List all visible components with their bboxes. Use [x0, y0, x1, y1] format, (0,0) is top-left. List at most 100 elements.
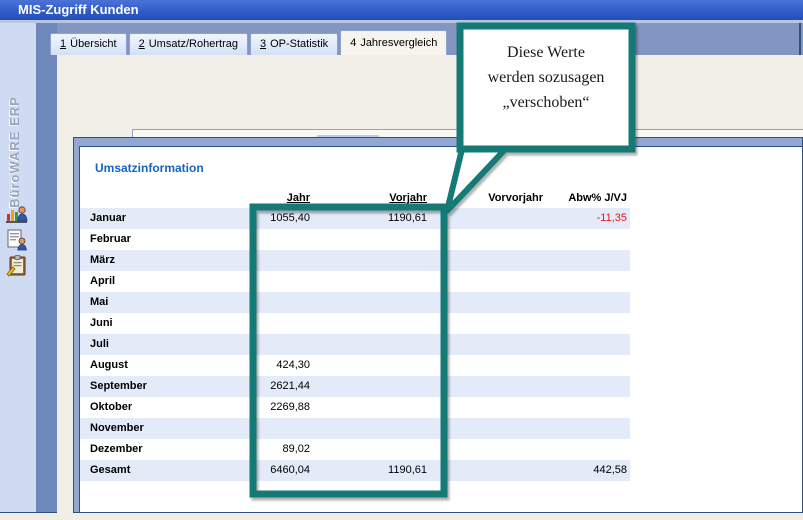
table-row[interactable]: September 2621,44 — [80, 376, 630, 397]
cell-month: November — [80, 418, 220, 439]
cell-vorjahr — [313, 439, 430, 460]
table-row[interactable]: Juli — [80, 334, 630, 355]
cell-vorjahr — [313, 376, 430, 397]
tab-jahresvergleich[interactable]: 4Jahresvergleich — [340, 30, 447, 55]
cell-jahr — [220, 229, 313, 250]
bar-chart-person-icon — [5, 202, 29, 226]
cell-month: Februar — [80, 229, 220, 250]
table-row[interactable]: Februar — [80, 229, 630, 250]
tab-umsatz-rohertrag[interactable]: 2 Umsatz/Rohertrag — [129, 33, 248, 55]
cell-vorjahr — [313, 250, 430, 271]
cell-abw — [546, 292, 630, 313]
cell-month: April — [80, 271, 220, 292]
cell-month: Gesamt — [80, 460, 220, 481]
cell-jahr: 89,02 — [220, 439, 313, 460]
cell-jahr: 2621,44 — [220, 376, 313, 397]
cell-month: Mai — [80, 292, 220, 313]
col-abw-header: Abw% J/VJ — [546, 188, 630, 208]
cell-abw — [546, 313, 630, 334]
cell-abw — [546, 418, 630, 439]
cell-jahr — [220, 313, 313, 334]
cell-vorjahr — [313, 271, 430, 292]
tab-bar: 1Übersicht 2 Umsatz/Rohertrag 3 OP-Statist… — [50, 30, 449, 55]
cell-vorvorjahr — [430, 292, 546, 313]
cell-abw — [546, 334, 630, 355]
cell-vorjahr: 1190,61 — [313, 208, 430, 229]
clipboard-icon[interactable] — [5, 254, 29, 278]
cell-abw: 442,58 — [546, 460, 630, 481]
table-row[interactable]: März — [80, 250, 630, 271]
cell-vorvorjahr — [430, 208, 546, 229]
cell-vorjahr: 1190,61 — [313, 460, 430, 481]
jahresvergleich-panel: Umsatzinformation Jahr Vorjahr Vorvorjah… — [73, 137, 803, 513]
cell-vorjahr — [313, 292, 430, 313]
cell-vorjahr — [313, 229, 430, 250]
table-row[interactable]: April — [80, 271, 630, 292]
tab-label: Umsatz/Rohertrag — [149, 38, 238, 50]
table-row[interactable]: Oktober 2269,88 — [80, 397, 630, 418]
cell-abw — [546, 229, 630, 250]
cell-jahr — [220, 292, 313, 313]
panel-inner: Umsatzinformation Jahr Vorjahr Vorvorjah… — [79, 146, 802, 512]
table-body: Januar 1055,40 1190,61 -11,35 Februar Mä… — [80, 208, 630, 481]
cell-month: September — [80, 376, 220, 397]
section-title: Umsatzinformation — [95, 161, 204, 175]
cell-vorjahr — [313, 355, 430, 376]
cell-month: Dezember — [80, 439, 220, 460]
sidebar-strip — [36, 23, 57, 512]
cell-abw — [546, 250, 630, 271]
cell-month: Juni — [80, 313, 220, 334]
table-row[interactable]: Gesamt 6460,04 1190,61 442,58 — [80, 460, 630, 481]
cell-vorvorjahr — [430, 460, 546, 481]
col-jahr-header: Jahr — [220, 188, 313, 208]
tab-hotkey: 1 — [60, 38, 66, 50]
cell-vorjahr — [313, 418, 430, 439]
document-person-icon — [5, 228, 29, 252]
cell-vorvorjahr — [430, 397, 546, 418]
cell-month: März — [80, 250, 220, 271]
cell-abw — [546, 397, 630, 418]
cell-vorjahr — [313, 397, 430, 418]
cell-vorjahr — [313, 334, 430, 355]
cell-month: Oktober — [80, 397, 220, 418]
cell-vorvorjahr — [430, 355, 546, 376]
cell-abw — [546, 271, 630, 292]
table-row[interactable]: August 424,30 — [80, 355, 630, 376]
customer-statistics-icon[interactable] — [5, 202, 29, 226]
table-row[interactable]: Mai — [80, 292, 630, 313]
sidebar-bottom-line — [0, 512, 57, 513]
window-title: MIS-Zugriff Kunden — [0, 0, 803, 20]
cell-jahr: 1055,40 — [220, 208, 313, 229]
cell-vorvorjahr — [430, 418, 546, 439]
table-row[interactable]: Juni — [80, 313, 630, 334]
cell-vorvorjahr — [430, 229, 546, 250]
cell-jahr: 424,30 — [220, 355, 313, 376]
col-vorjahr-header: Vorjahr — [313, 188, 430, 208]
tab-label: OP-Statistik — [270, 38, 328, 50]
cell-abw — [546, 355, 630, 376]
cell-abw — [546, 439, 630, 460]
brand-vertical-label: BüroWARE ERP — [7, 48, 22, 208]
cell-jahr — [220, 418, 313, 439]
tab-uebersicht[interactable]: 1Übersicht — [50, 33, 127, 55]
cell-jahr: 6460,04 — [220, 460, 313, 481]
cell-month: August — [80, 355, 220, 376]
tab-hotkey: 2 — [139, 38, 145, 50]
cell-jahr — [220, 334, 313, 355]
col-month-header — [80, 188, 220, 208]
tab-hotkey: 4 — [350, 37, 356, 49]
cell-jahr — [220, 250, 313, 271]
cell-abw: -11,35 — [546, 208, 630, 229]
cell-month: Januar — [80, 208, 220, 229]
tab-hotkey: 3 — [260, 38, 266, 50]
customer-report-icon[interactable] — [5, 228, 29, 252]
table-row[interactable]: Dezember 89,02 — [80, 439, 630, 460]
cell-vorvorjahr — [430, 439, 546, 460]
clipboard-note-icon — [5, 254, 29, 278]
cell-vorvorjahr — [430, 250, 546, 271]
cell-vorvorjahr — [430, 376, 546, 397]
cell-abw — [546, 376, 630, 397]
table-row[interactable]: Januar 1055,40 1190,61 -11,35 — [80, 208, 630, 229]
table-row[interactable]: November — [80, 418, 630, 439]
tab-op-statistik[interactable]: 3 OP-Statistik — [250, 33, 338, 55]
